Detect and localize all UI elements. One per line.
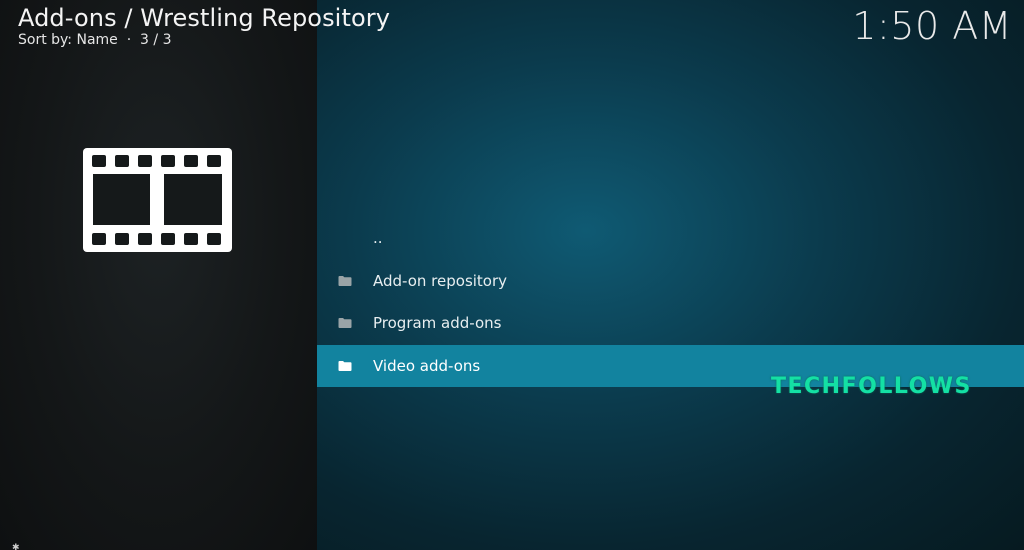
kodi-screen: Add-ons / Wrestling Repository Sort by: … bbox=[0, 0, 1024, 550]
list-item-label: Video add-ons bbox=[373, 356, 481, 375]
header: Add-ons / Wrestling Repository Sort by: … bbox=[18, 4, 390, 48]
folder-icon bbox=[338, 318, 352, 329]
separator-dot: · bbox=[126, 32, 132, 48]
addon-list: .. Add-on repository Program add-ons Vid… bbox=[317, 217, 1024, 387]
breadcrumb: Add-ons / Wrestling Repository bbox=[18, 4, 391, 32]
list-item-parent-folder[interactable]: .. bbox=[317, 217, 1024, 260]
clock: 1:50 AM bbox=[852, 4, 1012, 48]
sort-info[interactable]: Sort by: Name · 3 / 3 bbox=[18, 32, 390, 48]
item-position: 3 / 3 bbox=[140, 32, 172, 48]
film-strip-icon bbox=[83, 148, 232, 252]
sort-label: Sort by: Name bbox=[18, 32, 118, 48]
folder-icon bbox=[338, 275, 352, 286]
left-info-panel bbox=[0, 0, 317, 550]
list-item-addon-repository[interactable]: Add-on repository bbox=[317, 260, 1024, 303]
list-item-label: Add-on repository bbox=[373, 271, 508, 290]
list-item-label: .. bbox=[373, 229, 383, 248]
list-item-program-addons[interactable]: Program add-ons bbox=[317, 302, 1024, 345]
list-item-label: Program add-ons bbox=[373, 314, 502, 333]
settings-icon: ✱ bbox=[12, 543, 20, 550]
watermark: TECHFOLLOWS bbox=[771, 374, 972, 399]
folder-icon bbox=[338, 360, 352, 371]
